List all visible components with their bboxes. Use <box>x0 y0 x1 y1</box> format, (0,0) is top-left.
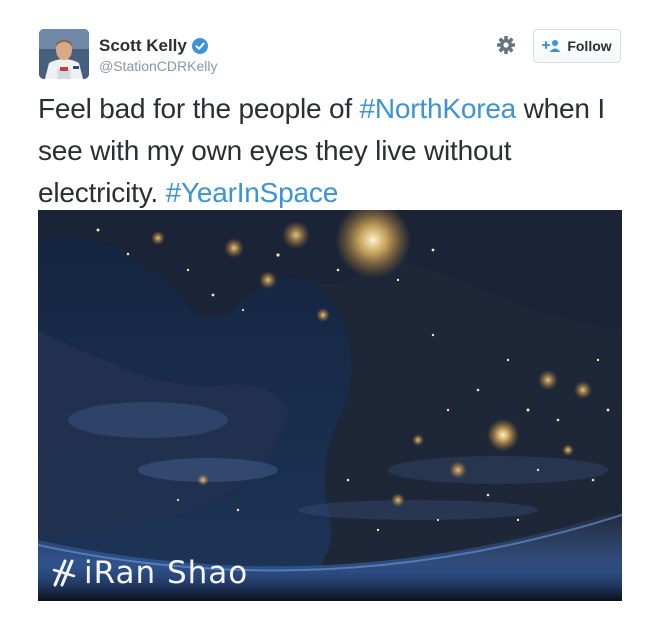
hashtag-year-in-space-link[interactable]: #YearInSpace <box>166 177 339 208</box>
tweet-text-intro: Feel bad for the people of <box>38 93 360 124</box>
follow-button[interactable]: Follow <box>533 29 621 63</box>
earth-at-night-photo <box>38 210 622 601</box>
display-name-text[interactable]: Scott Kelly <box>99 36 187 56</box>
watermark: iRan Shao <box>52 555 248 591</box>
add-user-icon <box>542 40 561 52</box>
user-handle[interactable]: @StationCDRKelly <box>99 57 217 75</box>
gear-icon[interactable] <box>495 34 517 56</box>
hashtag-north-korea-link[interactable]: #NorthKorea <box>360 93 517 124</box>
astronaut-avatar-image <box>39 29 89 79</box>
display-name[interactable]: Scott Kelly <box>99 36 208 56</box>
verified-badge-icon <box>191 38 208 54</box>
tweet-text: Feel bad for the people of #NorthKorea w… <box>38 88 628 214</box>
watermark-text: iRan Shao <box>84 555 249 591</box>
tweet-photo[interactable]: iRan Shao <box>38 210 622 601</box>
tweet-card: Scott Kelly @StationCDRKelly Follow Feel… <box>0 0 660 622</box>
watermark-logo-icon <box>52 559 76 587</box>
avatar[interactable] <box>39 29 89 79</box>
follow-button-label: Follow <box>567 38 612 54</box>
